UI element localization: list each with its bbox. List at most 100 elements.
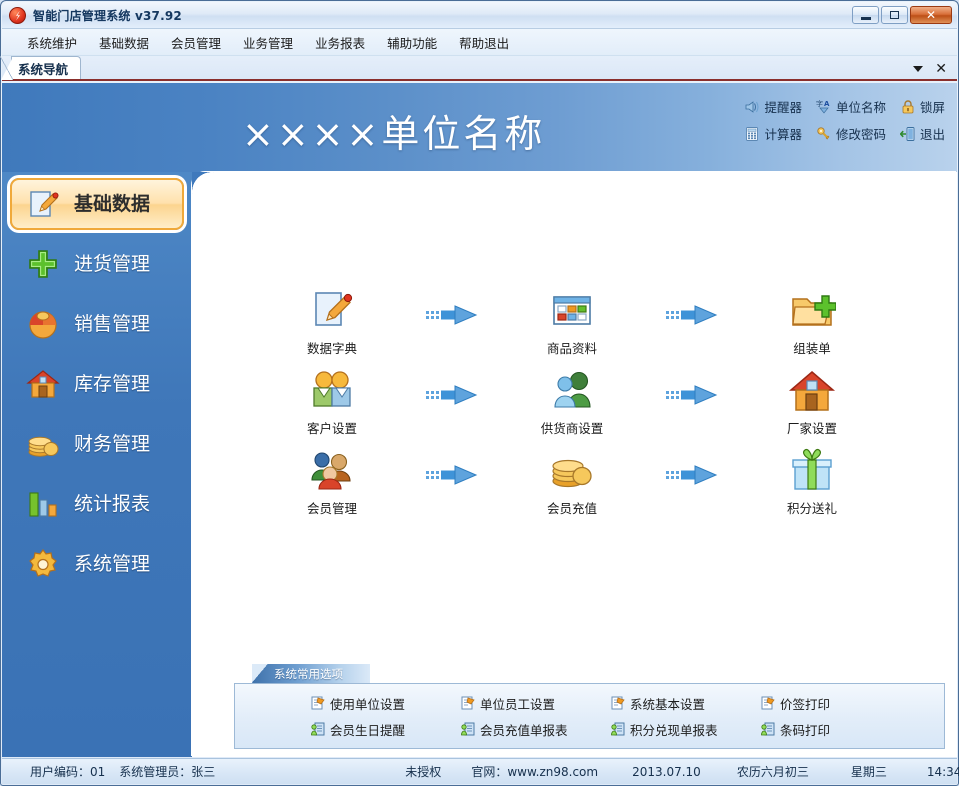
banner-tool-unit-name[interactable]: 字 A 单位名称 bbox=[816, 97, 886, 116]
sidebar-item-label: 统计报表 bbox=[74, 495, 150, 514]
header-banner: ××××单位名称 提醒器 字 A 单位名称 bbox=[2, 83, 957, 172]
link-member-birthday-reminder[interactable]: 会员生日提醒 bbox=[310, 720, 460, 739]
menu-item-auxiliary-functions[interactable]: 辅助功能 bbox=[376, 30, 448, 55]
status-bar: 用户编码：01 系统管理员：张三 未授权 官网：www.zn98.com 201… bbox=[2, 758, 957, 784]
link-member-recharge-report[interactable]: 会员充值单报表 bbox=[460, 720, 610, 739]
status-date: 2013.07.10 bbox=[632, 765, 701, 779]
sidebar-item-basic-data[interactable]: 基础数据 bbox=[10, 178, 184, 230]
grid-row: 数据字典 bbox=[272, 287, 872, 367]
grid-connector bbox=[632, 287, 752, 326]
maximize-button[interactable] bbox=[881, 6, 908, 24]
two-persons-icon bbox=[308, 367, 356, 415]
link-points-redemption-report[interactable]: 积分兑现单报表 bbox=[610, 720, 760, 739]
status-time: 14:34:04 bbox=[927, 765, 959, 779]
grid-item-member-management[interactable]: 会员管理 bbox=[272, 447, 392, 517]
sidebar: 基础数据 进货管理 销售管理 bbox=[2, 172, 192, 757]
minimize-button[interactable] bbox=[852, 6, 879, 24]
banner-tool-change-password[interactable]: 修改密码 bbox=[816, 124, 886, 143]
grid-item-product-info[interactable]: 商品资料 bbox=[512, 287, 632, 357]
grid-item-member-recharge[interactable]: 会员充值 bbox=[512, 447, 632, 517]
status-weekday: 星期三 bbox=[851, 763, 887, 780]
sidebar-item-inventory-management[interactable]: 库存管理 bbox=[2, 354, 192, 414]
link-label: 会员充值单报表 bbox=[480, 720, 568, 739]
member-group-icon bbox=[308, 447, 356, 495]
sidebar-item-system-management[interactable]: 系统管理 bbox=[2, 534, 192, 594]
navigation-icon-grid: 数据字典 bbox=[272, 287, 872, 527]
menu-item-system-maintenance[interactable]: 系统维护 bbox=[16, 30, 88, 55]
settings-doc-icon bbox=[610, 695, 626, 711]
chevron-down-icon[interactable] bbox=[913, 66, 923, 72]
link-price-tag-print[interactable]: 价签打印 bbox=[760, 694, 910, 713]
common-options-row: 使用单位设置 单位员工设置 bbox=[310, 694, 944, 713]
sidebar-item-statistics-reports[interactable]: 统计报表 bbox=[2, 474, 192, 534]
common-options-row: 会员生日提醒 会员充值单报表 bbox=[310, 720, 944, 739]
grid-item-label: 数据字典 bbox=[307, 338, 357, 357]
right-arrow-icon bbox=[424, 464, 480, 486]
tab-strip-controls: ✕ bbox=[913, 62, 947, 76]
menu-bar: 系统维护 基础数据 会员管理 业务管理 业务报表 辅助功能 帮助退出 bbox=[2, 29, 957, 56]
tab-common-options[interactable]: 系统常用选项 bbox=[252, 664, 370, 683]
link-barcode-print[interactable]: 条码打印 bbox=[760, 720, 910, 739]
grid-item-label: 组装单 bbox=[793, 338, 831, 357]
tab-system-navigation[interactable]: 系统导航 bbox=[11, 56, 81, 79]
sidebar-item-label: 基础数据 bbox=[74, 195, 150, 214]
sidebar-item-sales-management[interactable]: 销售管理 bbox=[2, 294, 192, 354]
grid-item-assembly-order[interactable]: 组装单 bbox=[752, 287, 872, 357]
grid-item-supplier-settings[interactable]: 供货商设置 bbox=[512, 367, 632, 437]
link-employee-settings[interactable]: 单位员工设置 bbox=[460, 694, 610, 713]
sidebar-item-purchase-management[interactable]: 进货管理 bbox=[2, 234, 192, 294]
menu-item-business-management[interactable]: 业务管理 bbox=[232, 30, 304, 55]
link-label: 使用单位设置 bbox=[330, 694, 405, 713]
link-label: 会员生日提醒 bbox=[330, 720, 405, 739]
pencil-note-icon bbox=[308, 287, 356, 335]
bar-chart-icon bbox=[26, 487, 60, 521]
person-list-icon bbox=[760, 721, 776, 737]
menu-item-basic-data[interactable]: 基础数据 bbox=[88, 30, 160, 55]
grid-item-customer-settings[interactable]: 客户设置 bbox=[272, 367, 392, 437]
folder-plus-icon bbox=[788, 287, 836, 335]
link-system-basic-settings[interactable]: 系统基本设置 bbox=[610, 694, 760, 713]
grid-item-label: 商品资料 bbox=[547, 338, 597, 357]
grid-item-points-gift[interactable]: 积分送礼 bbox=[752, 447, 872, 517]
sidebar-item-label: 财务管理 bbox=[74, 435, 150, 454]
grid-item-label: 客户设置 bbox=[307, 418, 357, 437]
person-list-icon bbox=[610, 721, 626, 737]
window-grid-icon bbox=[548, 287, 596, 335]
svg-text:A: A bbox=[824, 100, 830, 108]
status-user-code: 用户编码：01 bbox=[30, 763, 105, 780]
grid-connector bbox=[392, 447, 512, 486]
tab-label: 系统常用选项 bbox=[274, 666, 343, 682]
common-options-body: 使用单位设置 单位员工设置 bbox=[234, 683, 945, 749]
status-authorization: 未授权 bbox=[405, 763, 441, 780]
grid-item-manufacturer-settings[interactable]: 厂家设置 bbox=[752, 367, 872, 437]
close-button[interactable]: ✕ bbox=[910, 6, 952, 24]
grid-item-label: 会员充值 bbox=[547, 498, 597, 517]
right-arrow-icon bbox=[424, 304, 480, 326]
calculator-icon bbox=[744, 126, 760, 142]
grid-item-data-dictionary[interactable]: 数据字典 bbox=[272, 287, 392, 357]
key-icon bbox=[816, 126, 832, 142]
link-unit-settings[interactable]: 使用单位设置 bbox=[310, 694, 460, 713]
window-controls: ✕ bbox=[852, 6, 952, 24]
svg-text:字: 字 bbox=[816, 99, 823, 108]
sidebar-item-finance-management[interactable]: 财务管理 bbox=[2, 414, 192, 474]
grid-item-label: 厂家设置 bbox=[787, 418, 837, 437]
banner-tool-lock-screen[interactable]: 锁屏 bbox=[900, 97, 945, 116]
close-icon[interactable]: ✕ bbox=[935, 62, 947, 76]
banner-tool-label: 单位名称 bbox=[836, 97, 886, 116]
status-admin: 系统管理员：张三 bbox=[119, 763, 215, 780]
right-arrow-icon bbox=[424, 384, 480, 406]
link-label: 系统基本设置 bbox=[630, 694, 705, 713]
gear-icon bbox=[26, 547, 60, 581]
banner-tool-calculator[interactable]: 计算器 bbox=[744, 124, 802, 143]
menu-item-help-exit[interactable]: 帮助退出 bbox=[448, 30, 520, 55]
coins-icon bbox=[26, 427, 60, 461]
sidebar-item-label: 库存管理 bbox=[74, 375, 150, 394]
menu-item-member-management[interactable]: 会员管理 bbox=[160, 30, 232, 55]
banner-tool-exit[interactable]: 退出 bbox=[900, 124, 945, 143]
banner-tool-label: 退出 bbox=[920, 124, 945, 143]
speaker-icon bbox=[744, 99, 760, 115]
menu-item-business-reports[interactable]: 业务报表 bbox=[304, 30, 376, 55]
banner-tool-reminder[interactable]: 提醒器 bbox=[744, 97, 802, 116]
tab-label: 系统导航 bbox=[18, 59, 68, 78]
